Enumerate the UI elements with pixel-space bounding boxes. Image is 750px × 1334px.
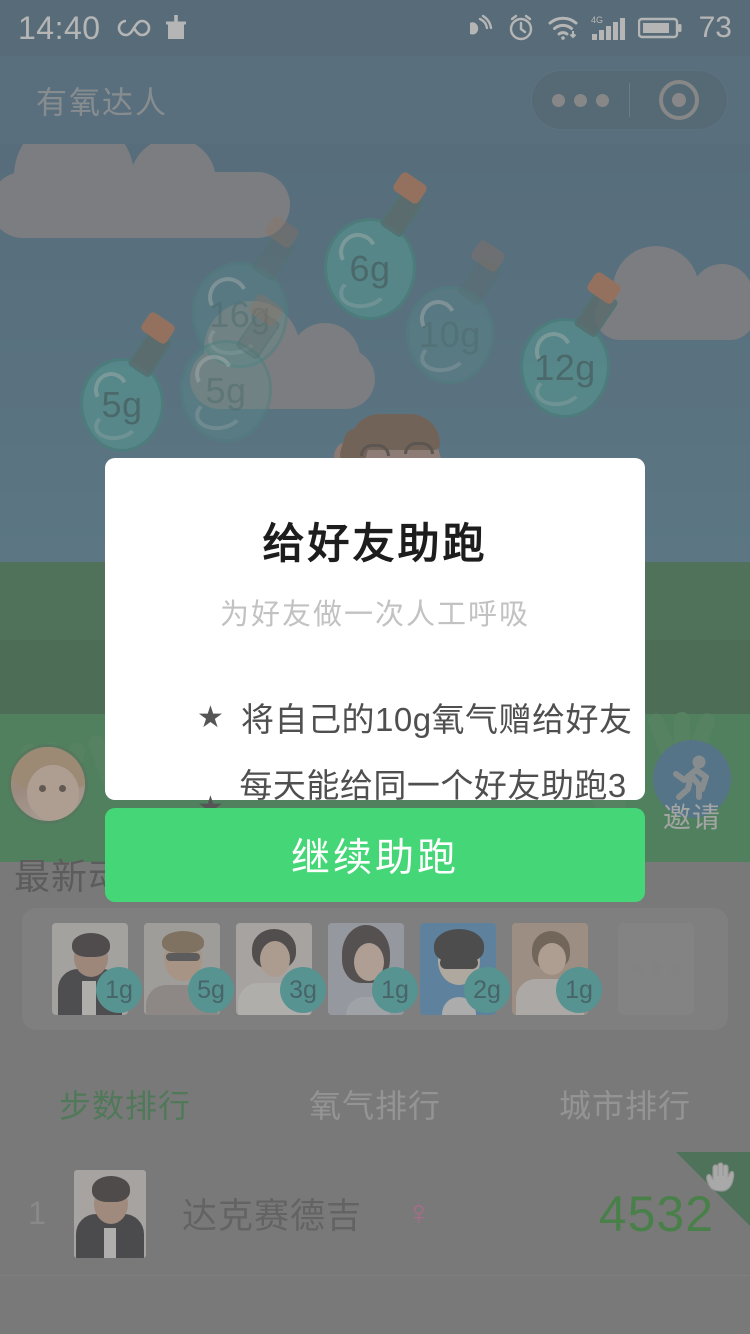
assist-run-dialog: 给好友助跑 为好友做一次人工呼吸 ★ 将自己的10g氧气赠给好友 ★ 每天能给同… bbox=[105, 458, 645, 852]
bullet-text: 将自己的10g氧气赠给好友 bbox=[241, 701, 633, 738]
star-icon: ★ bbox=[197, 700, 224, 734]
dialog-subtitle: 为好友做一次人工呼吸 bbox=[219, 599, 530, 631]
dialog-title: 给好友助跑 bbox=[262, 520, 488, 567]
list-item: ★ 将自己的10g氧气赠给好友 bbox=[197, 693, 645, 741]
continue-assist-button[interactable]: 继续助跑 bbox=[105, 808, 645, 902]
